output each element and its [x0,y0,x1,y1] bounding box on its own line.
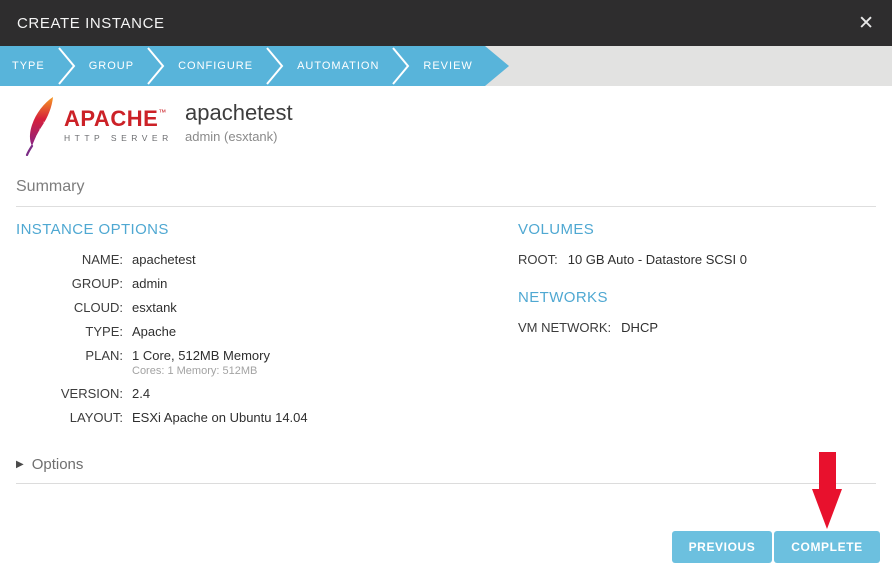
row-value: 2.4 [132,386,150,401]
wizard-step-configure[interactable]: CONFIGURE [166,46,265,86]
row-value: 1 Core, 512MB Memory [132,348,270,363]
caret-right-icon: ▶ [16,459,24,470]
modal-header: CREATE INSTANCE ✕ [0,0,892,46]
summary-row-group: GROUP: admin [16,276,518,291]
options-label: Options [32,456,84,473]
chevron-separator-icon [391,46,411,86]
row-value: apachetest [132,252,196,267]
summary-row-name: NAME: apachetest [16,252,518,267]
brand-row: APACHE™ HTTP SERVER apachetest admin (es… [16,96,876,158]
wizard-step-automation[interactable]: AUTOMATION [285,46,391,86]
apache-feather-icon [22,96,60,156]
row-label: VERSION: [16,386,123,401]
summary-row-vm-network: VM NETWORK: DHCP [518,320,876,335]
summary-row-version: VERSION: 2.4 [16,386,518,401]
annotation-arrow-head [812,489,842,529]
instance-options-heading: INSTANCE OPTIONS [16,221,518,238]
plan-detail-subtext: Cores: 1 Memory: 512MB [132,365,518,377]
trademark-mark: ™ [158,108,166,117]
row-value: Apache [132,324,176,339]
summary-row-layout: LAYOUT: ESXi Apache on Ubuntu 14.04 [16,410,518,425]
modal-footer: PREVIOUS COMPLETE [672,531,880,563]
apache-logo: APACHE™ HTTP SERVER [16,96,185,156]
modal-title: CREATE INSTANCE [17,15,165,32]
previous-button[interactable]: PREVIOUS [672,531,772,563]
summary-row-type: TYPE: Apache [16,324,518,339]
instance-name: apachetest [185,100,293,125]
row-label: CLOUD: [16,300,123,315]
row-label: NAME: [16,252,123,267]
summary-heading: Summary [16,178,876,207]
summary-row-cloud: CLOUD: esxtank [16,300,518,315]
close-icon[interactable]: ✕ [858,14,874,33]
row-label: PLAN: [16,348,123,363]
apache-tagline-text: HTTP SERVER [64,133,173,143]
row-label: GROUP: [16,276,123,291]
complete-button[interactable]: COMPLETE [774,531,880,563]
wizard-step-configure-label: CONFIGURE [178,60,253,72]
wizard-step-bar: TYPE GROUP CONFIGURE AUTOMATION REVIEW [0,46,892,86]
row-label: LAYOUT: [16,410,123,425]
instance-heading: apachetest admin (esxtank) [185,100,293,144]
chevron-separator-icon [146,46,166,86]
row-value: ESXi Apache on Ubuntu 14.04 [132,410,308,425]
wizard-step-type-label: TYPE [12,60,45,72]
row-label: TYPE: [16,324,123,339]
options-toggle[interactable]: ▶ Options [16,456,876,473]
wizard-step-group-label: GROUP [89,60,134,72]
summary-columns: INSTANCE OPTIONS NAME: apachetest GROUP:… [16,221,876,434]
chevron-separator-icon [265,46,285,86]
networks-heading: NETWORKS [518,289,876,306]
chevron-separator-icon [57,46,77,86]
wizard-step-review[interactable]: REVIEW [411,46,484,86]
instance-owner: admin (esxtank) [185,129,293,144]
row-value: esxtank [132,300,177,315]
instance-options-section: INSTANCE OPTIONS NAME: apachetest GROUP:… [16,221,518,434]
row-label: ROOT: [518,252,558,267]
row-label: VM NETWORK: [518,320,611,335]
wizard-steps: TYPE GROUP CONFIGURE AUTOMATION REVIEW [0,46,485,86]
row-value: admin [132,276,167,291]
volumes-networks-section: VOLUMES ROOT: 10 GB Auto - Datastore SCS… [518,221,876,434]
wizard-step-review-label: REVIEW [423,60,472,72]
row-value: DHCP [621,320,658,335]
wizard-step-type[interactable]: TYPE [0,46,57,86]
wizard-step-automation-label: AUTOMATION [297,60,379,72]
volumes-heading: VOLUMES [518,221,876,238]
wizard-arrow-cap [485,46,509,86]
row-value: 10 GB Auto - Datastore SCSI 0 [568,252,747,267]
summary-row-root-volume: ROOT: 10 GB Auto - Datastore SCSI 0 [518,252,876,267]
wizard-step-group[interactable]: GROUP [77,46,146,86]
apache-logo-text: APACHE™ HTTP SERVER [64,108,173,143]
apache-brand-text: APACHE [64,108,158,130]
modal-content: APACHE™ HTTP SERVER apachetest admin (es… [0,86,892,484]
options-divider [16,483,876,484]
summary-row-plan: PLAN: 1 Core, 512MB Memory Cores: 1 Memo… [16,348,518,377]
create-instance-modal: CREATE INSTANCE ✕ TYPE GROUP CONFIGURE A… [0,0,892,575]
